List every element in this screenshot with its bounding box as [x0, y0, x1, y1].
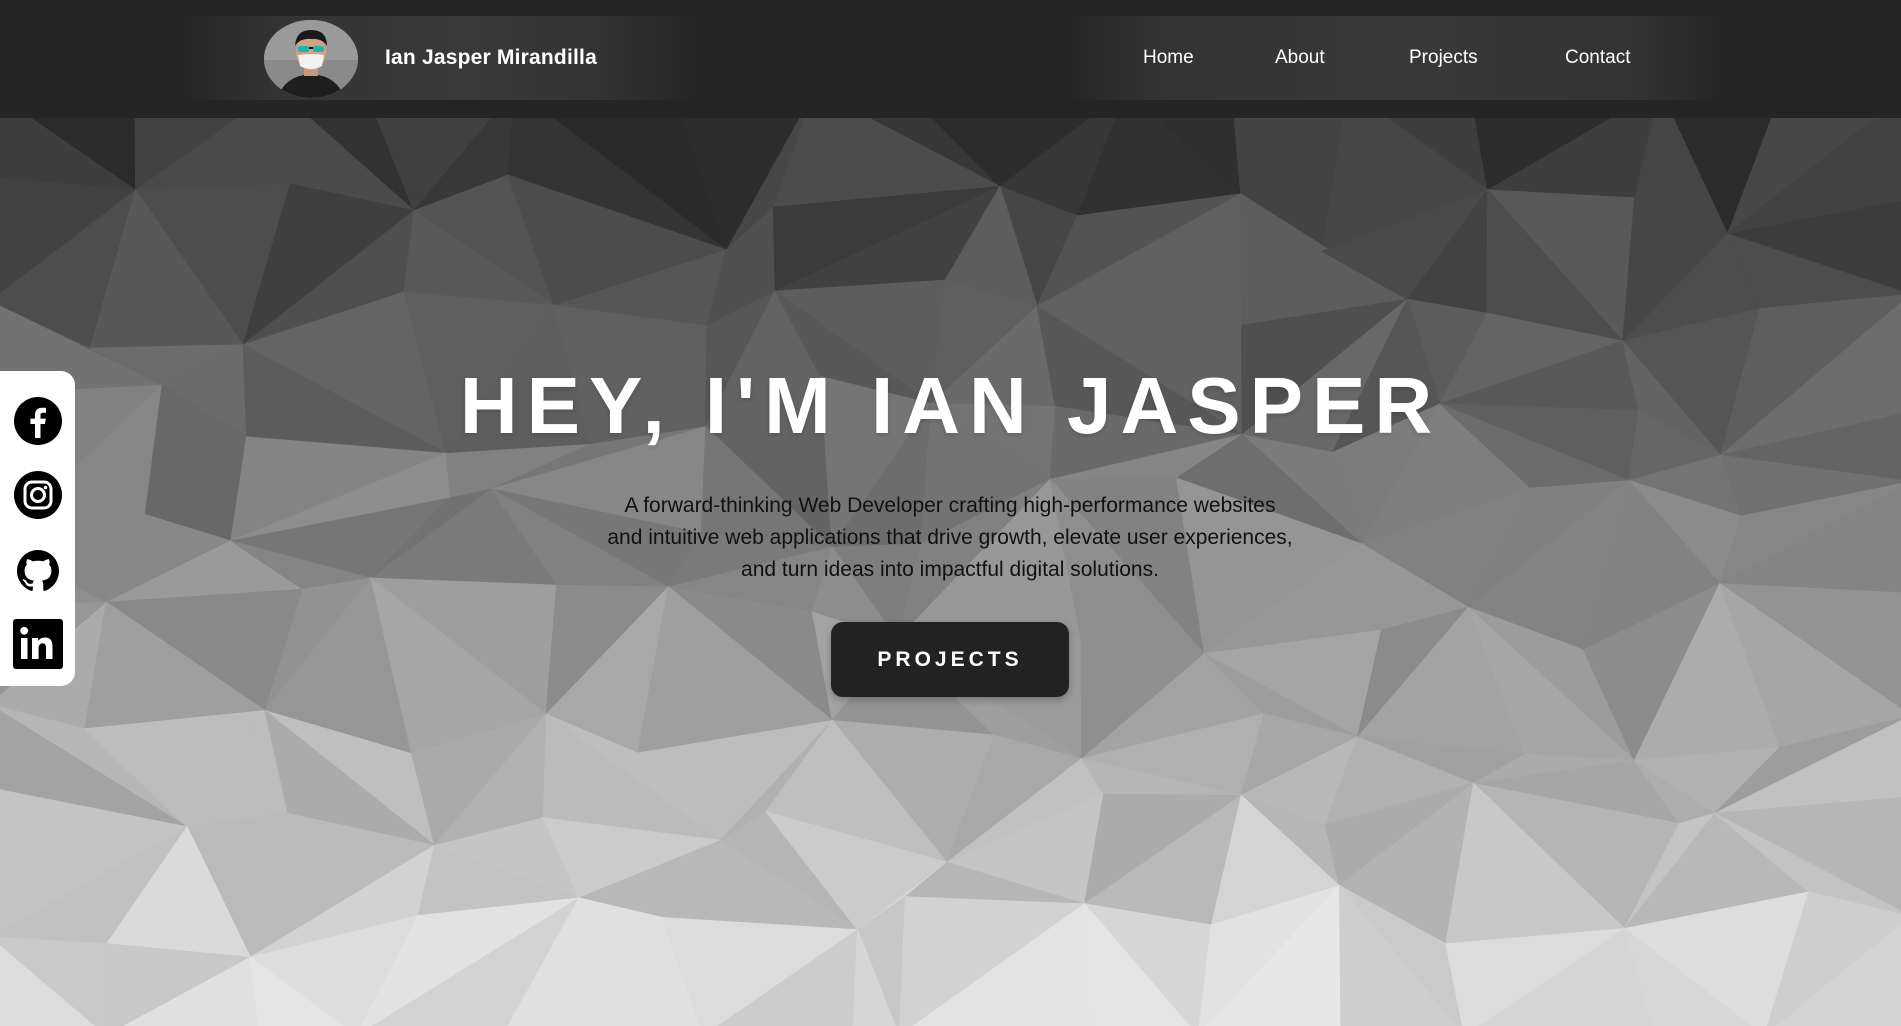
- linkedin-icon[interactable]: [13, 619, 63, 669]
- nav-projects[interactable]: Projects: [1409, 47, 1478, 69]
- hero-subtitle-line: and intuitive web applications that driv…: [607, 526, 1293, 549]
- avatar: [264, 20, 358, 98]
- instagram-icon[interactable]: [13, 470, 63, 520]
- main-nav: Home About Projects Contact: [1065, 16, 1725, 100]
- brand-name[interactable]: Ian Jasper Mirandilla: [385, 46, 597, 70]
- site-header: Ian Jasper Mirandilla Home About Project…: [0, 0, 1901, 118]
- facebook-icon[interactable]: [13, 396, 63, 446]
- hero-subtitle: A forward-thinking Web Developer craftin…: [500, 490, 1400, 586]
- social-sidebar: [0, 371, 75, 686]
- brand[interactable]: Ian Jasper Mirandilla: [180, 16, 700, 100]
- page: Ian Jasper Mirandilla Home About Project…: [0, 0, 1901, 1026]
- hero-title: HEY, I'M IAN JASPER: [459, 361, 1442, 450]
- hero-subtitle-line: and turn ideas into impactful digital so…: [741, 558, 1159, 581]
- github-icon[interactable]: [13, 545, 63, 595]
- projects-button[interactable]: PROJECTS: [831, 622, 1069, 697]
- hero-subtitle-line: A forward-thinking Web Developer craftin…: [624, 494, 1276, 517]
- nav-about[interactable]: About: [1275, 47, 1325, 69]
- nav-contact[interactable]: Contact: [1565, 47, 1630, 69]
- nav-home[interactable]: Home: [1143, 47, 1194, 69]
